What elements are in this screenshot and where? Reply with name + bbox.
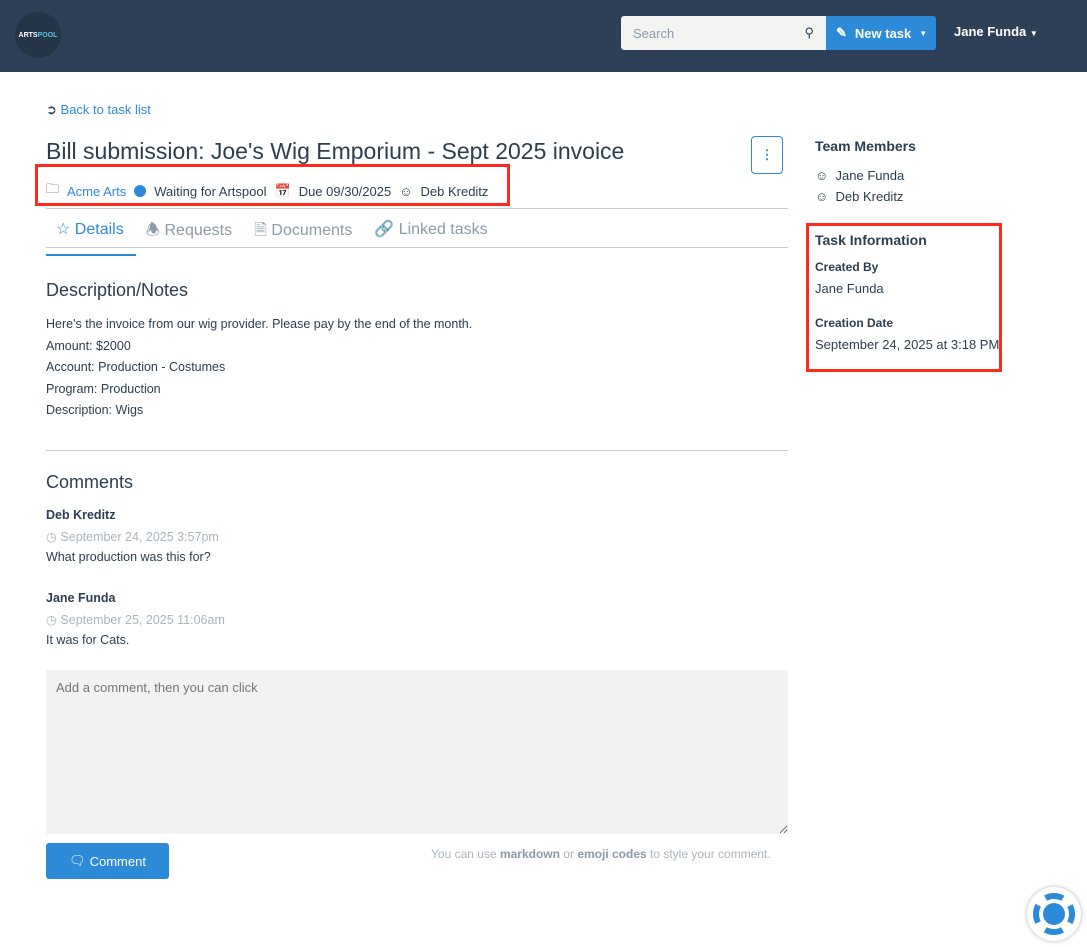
- divider: [46, 450, 788, 451]
- lifebuoy-icon: [1033, 893, 1075, 935]
- document-icon: 🗎: [254, 222, 267, 239]
- tab-details[interactable]: ☆ Details: [46, 216, 136, 256]
- comment: Deb Kreditz ◷ September 24, 2025 3:57pm …: [46, 508, 219, 564]
- search-icon[interactable]: ⚲: [804, 25, 814, 41]
- search-input[interactable]: Search ⚲: [621, 16, 826, 50]
- emoji-codes-link[interactable]: emoji codes: [577, 847, 646, 861]
- tab-linked-tasks[interactable]: 🔗 Linked tasks: [364, 216, 499, 256]
- arrow-left-circle-icon: ➲: [46, 102, 57, 117]
- user-circle-icon: ☺: [815, 168, 829, 183]
- caret-down-icon: ▼: [1029, 29, 1038, 38]
- clock-icon: ◷: [46, 530, 57, 544]
- clock-icon: ◷: [46, 613, 57, 627]
- comment-button[interactable]: 🗨 Comment: [46, 843, 169, 879]
- team-members-panel: Team Members ☺ Jane Funda ☺ Deb Kreditz: [815, 138, 916, 204]
- markdown-link[interactable]: markdown: [500, 847, 560, 861]
- back-link[interactable]: ➲ Back to task list: [46, 102, 151, 118]
- description-heading: Description/Notes: [46, 280, 189, 300]
- markdown-hint: You can use markdown or emoji codes to s…: [431, 847, 771, 861]
- task-tabs: ☆ Details 🕭 Requests 🗎 Documents 🔗 Linke…: [46, 216, 500, 256]
- divider: [46, 208, 788, 209]
- help-lifebuoy-button[interactable]: [1027, 887, 1081, 941]
- pencil-icon: ✎: [836, 25, 847, 40]
- comments-heading: Comments: [46, 472, 134, 492]
- new-task-button[interactable]: ✎ New task ▼: [826, 16, 936, 50]
- comment: Jane Funda ◷ September 25, 2025 11:06am …: [46, 591, 225, 647]
- more-options-button[interactable]: ⋮: [751, 136, 783, 174]
- speech-bubble-icon: 🗨: [69, 853, 86, 868]
- divider: [46, 247, 788, 248]
- comment-input[interactable]: [46, 670, 788, 834]
- user-menu[interactable]: Jane Funda ▼: [954, 24, 1038, 39]
- link-icon: 🔗: [374, 221, 395, 238]
- tab-documents[interactable]: 🗎 Documents: [244, 216, 364, 256]
- highlight-box: [35, 164, 510, 206]
- user-circle-icon: ☺: [815, 189, 829, 204]
- tab-requests[interactable]: 🕭 Requests: [136, 216, 244, 256]
- top-navbar: ARTS POOL Search ⚲ ✎ New task ▼ Jane Funda ▼: [0, 0, 1087, 72]
- caret-down-icon: ▼: [919, 28, 928, 38]
- bell-icon: 🕭: [145, 222, 161, 239]
- star-icon: ☆: [56, 221, 71, 238]
- artspool-logo[interactable]: ARTS POOL: [15, 12, 61, 58]
- highlight-box: [806, 223, 1002, 372]
- page-title: Bill submission: Joe's Wig Emporium - Se…: [46, 138, 625, 164]
- description-body: Here's the invoice from our wig provider…: [46, 317, 473, 417]
